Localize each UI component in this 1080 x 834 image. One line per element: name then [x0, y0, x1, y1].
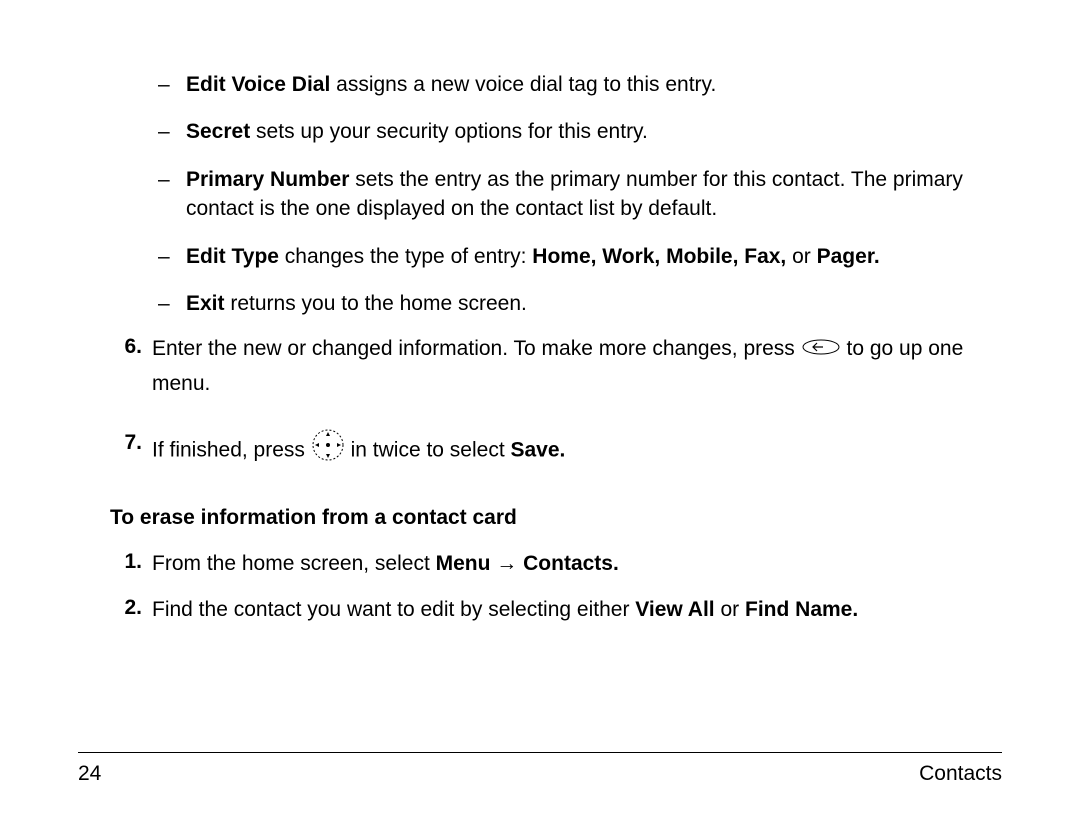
e1-pre: From the home screen, select [152, 552, 436, 575]
step7-pre: If finished, press [152, 438, 311, 461]
dash-bullet: – [158, 70, 186, 99]
nav-button-icon [311, 428, 345, 474]
dash-bullet: – [158, 165, 186, 224]
erase-heading: To erase information from a contact card [110, 503, 1002, 532]
e2-mid: or [715, 598, 745, 621]
erase-step-2: 2. Find the contact you want to edit by … [110, 593, 1002, 628]
page-content: – Edit Voice Dial assigns a new voice di… [78, 70, 1002, 750]
dash-text: Edit Type changes the type of entry: Hom… [186, 242, 1002, 271]
numbered-steps: 6. Enter the new or changed information.… [110, 332, 1002, 473]
option-name: Primary Number [186, 168, 349, 191]
option-pager: Pager. [817, 245, 880, 268]
option-name: Edit Voice Dial [186, 73, 330, 96]
step6-pre: Enter the new or changed information. To… [152, 337, 801, 360]
option-name: Exit [186, 292, 225, 315]
e1-contacts: Contacts. [523, 552, 619, 575]
dash-text: Secret sets up your security options for… [186, 117, 1002, 146]
dash-text: Edit Voice Dial assigns a new voice dial… [186, 70, 1002, 99]
footer-rule [78, 752, 1002, 753]
dash-bullet: – [158, 242, 186, 271]
step-text: Find the contact you want to edit by sel… [152, 593, 1002, 628]
e2-findname: Find Name. [745, 598, 858, 621]
step-7: 7. If finished, press in twice to select… [110, 428, 1002, 474]
option-name: Secret [186, 120, 250, 143]
step-number: 6. [110, 332, 152, 361]
option-desc: sets up your security options for this e… [250, 120, 648, 143]
step7-save: Save. [511, 438, 566, 461]
page-footer: 24 Contacts [78, 759, 1002, 788]
dash-item-exit: – Exit returns you to the home screen. [158, 289, 1002, 318]
option-desc: assigns a new voice dial tag to this ent… [330, 73, 716, 96]
dash-item-secret: – Secret sets up your security options f… [158, 117, 1002, 146]
page-number: 24 [78, 759, 101, 788]
erase-steps: 1. From the home screen, select Menu → C… [110, 547, 1002, 628]
dash-text: Exit returns you to the home screen. [186, 289, 1002, 318]
option-name: Edit Type [186, 245, 279, 268]
dash-bullet: – [158, 289, 186, 318]
dash-item-edit-voice-dial: – Edit Voice Dial assigns a new voice di… [158, 70, 1002, 99]
step-number: 7. [110, 428, 152, 457]
option-desc-post: or [786, 245, 816, 268]
step-number: 2. [110, 593, 152, 622]
back-button-icon [801, 332, 841, 367]
step-text: Enter the new or changed information. To… [152, 332, 1002, 401]
step7-mid: in twice to select [351, 438, 511, 461]
step-number: 1. [110, 547, 152, 576]
step-text: From the home screen, select Menu → Cont… [152, 547, 1002, 582]
e2-pre: Find the contact you want to edit by sel… [152, 598, 635, 621]
dash-item-primary-number: – Primary Number sets the entry as the p… [158, 165, 1002, 224]
option-types: Home, Work, Mobile, Fax, [532, 245, 786, 268]
dash-item-edit-type: – Edit Type changes the type of entry: H… [158, 242, 1002, 271]
option-desc: returns you to the home screen. [225, 292, 527, 315]
dash-bullet: – [158, 117, 186, 146]
e2-viewall: View All [635, 598, 714, 621]
dash-option-list: – Edit Voice Dial assigns a new voice di… [158, 70, 1002, 318]
option-desc-pre: changes the type of entry: [279, 245, 532, 268]
step-text: If finished, press in twice to select Sa… [152, 428, 1002, 474]
step-6: 6. Enter the new or changed information.… [110, 332, 1002, 401]
e1-menu: Menu [436, 552, 491, 575]
erase-step-1: 1. From the home screen, select Menu → C… [110, 547, 1002, 582]
dash-text: Primary Number sets the entry as the pri… [186, 165, 1002, 224]
e1-arrow: → [490, 552, 523, 575]
section-title: Contacts [919, 759, 1002, 788]
